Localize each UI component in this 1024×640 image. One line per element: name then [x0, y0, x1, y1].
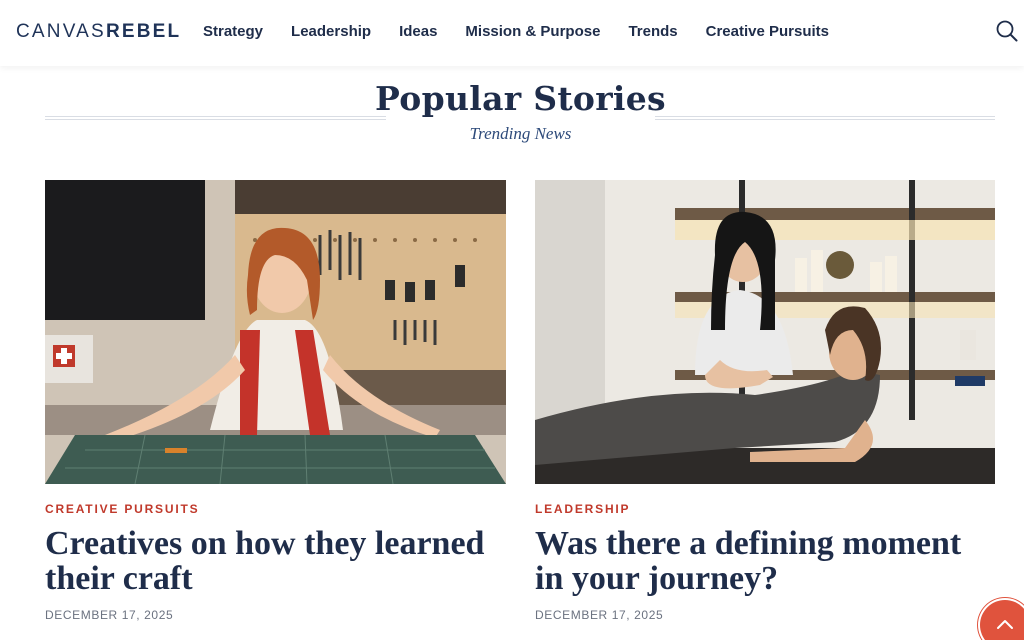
card-image-massage[interactable] — [535, 180, 995, 484]
nav-item-ideas[interactable]: Ideas — [399, 22, 437, 42]
nav-item-mission-purpose[interactable]: Mission & Purpose — [465, 22, 600, 42]
search-icon[interactable] — [996, 20, 1018, 42]
back-to-top-button[interactable] — [980, 600, 1024, 640]
site-header: CANVASREBEL Strategy Leadership Ideas Mi… — [0, 0, 1024, 66]
card-title[interactable]: Creatives on how they learned their craf… — [45, 526, 485, 596]
main-nav: Strategy Leadership Ideas Mission & Purp… — [203, 22, 857, 42]
section-subtitle: Trending News — [469, 124, 572, 143]
nav-item-strategy[interactable]: Strategy — [203, 22, 263, 42]
site-logo[interactable]: CANVASREBEL — [16, 21, 181, 43]
card-date: DECEMBER 17, 2025 — [535, 608, 664, 622]
card-date: DECEMBER 17, 2025 — [45, 608, 174, 622]
card-category[interactable]: CREATIVE PURSUITS — [45, 502, 199, 516]
card-category[interactable]: LEADERSHIP — [535, 502, 630, 516]
nav-item-leadership[interactable]: Leadership — [291, 22, 371, 42]
section-title: Popular Stories — [375, 79, 666, 118]
nav-item-trends[interactable]: Trends — [628, 22, 677, 42]
card-image-workshop[interactable] — [45, 180, 506, 484]
card-title[interactable]: Was there a defining moment in your jour… — [535, 526, 975, 596]
chevron-up-icon — [997, 620, 1013, 629]
nav-item-creative-pursuits[interactable]: Creative Pursuits — [706, 22, 829, 42]
